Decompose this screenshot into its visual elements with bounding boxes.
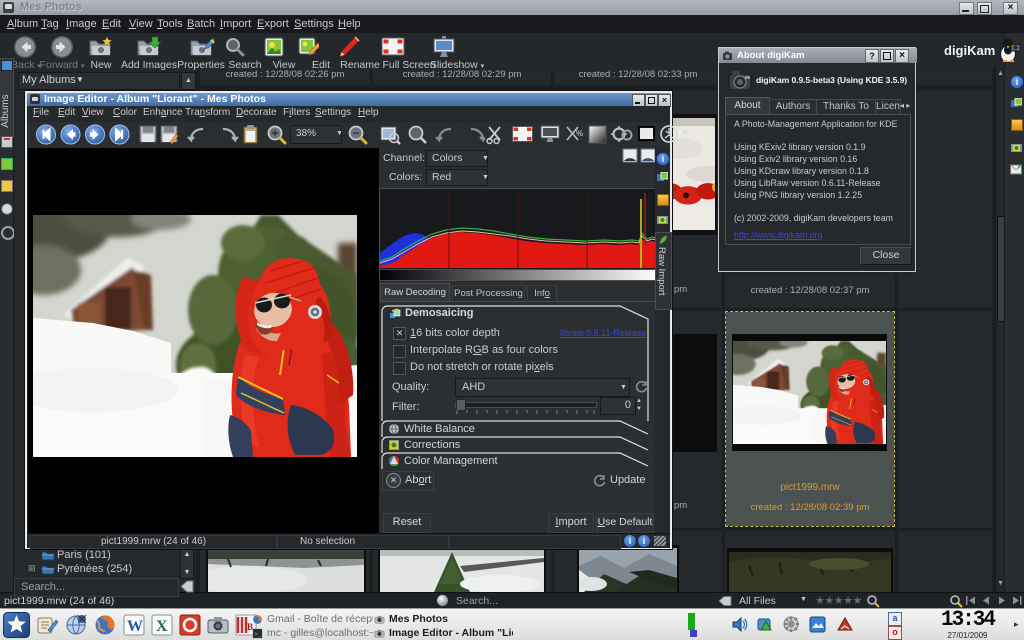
svg-text:X: X xyxy=(156,618,168,635)
svg-text:>_: >_ xyxy=(254,632,261,638)
svg-text:%: % xyxy=(576,129,583,138)
svg-text:W: W xyxy=(127,618,143,635)
